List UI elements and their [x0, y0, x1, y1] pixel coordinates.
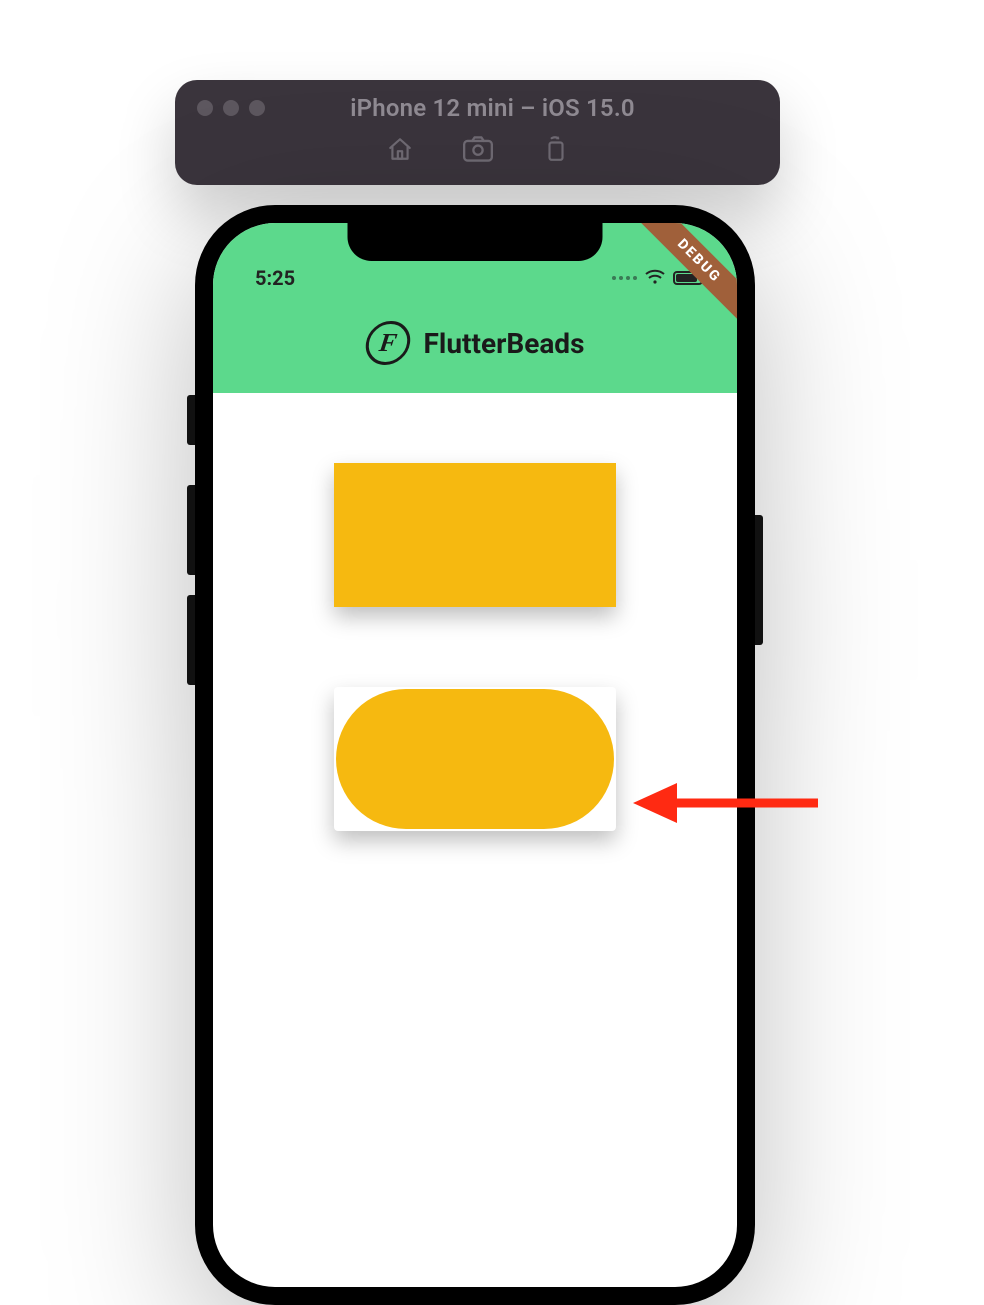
simulator-toolbar: iPhone 12 mini – iOS 15.0: [175, 80, 780, 185]
status-time: 5:25: [255, 266, 295, 290]
phone-notch: [348, 223, 603, 261]
phone-frame: DEBUG 5:25: [195, 205, 755, 1305]
power-button: [755, 515, 763, 645]
home-icon[interactable]: [387, 136, 413, 166]
status-bar: 5:25: [213, 263, 737, 293]
screenshot-icon[interactable]: [463, 136, 493, 166]
app-bar-title-row: F FlutterBeads: [213, 321, 737, 365]
rotate-icon[interactable]: [543, 136, 569, 166]
volume-up-button: [187, 485, 195, 575]
phone-screen: DEBUG 5:25: [213, 223, 737, 1287]
card-stadium-fill: [336, 689, 614, 829]
silence-switch: [187, 395, 195, 445]
simulator-top-row: iPhone 12 mini – iOS 15.0: [175, 94, 780, 122]
card-rectangle[interactable]: [334, 463, 616, 607]
app-title: FlutterBeads: [424, 327, 585, 360]
simulator-actions: [387, 136, 569, 166]
card-stadium[interactable]: [334, 687, 616, 831]
card-rectangle-fill: [334, 463, 616, 607]
wifi-icon: [645, 266, 665, 290]
phone-simulator: DEBUG 5:25: [195, 205, 755, 1020]
cellular-signal-icon: [612, 276, 637, 280]
simulator-title: iPhone 12 mini – iOS 15.0: [205, 94, 780, 122]
app-content: [213, 393, 737, 831]
volume-down-button: [187, 595, 195, 685]
app-logo-icon: F: [362, 321, 412, 365]
